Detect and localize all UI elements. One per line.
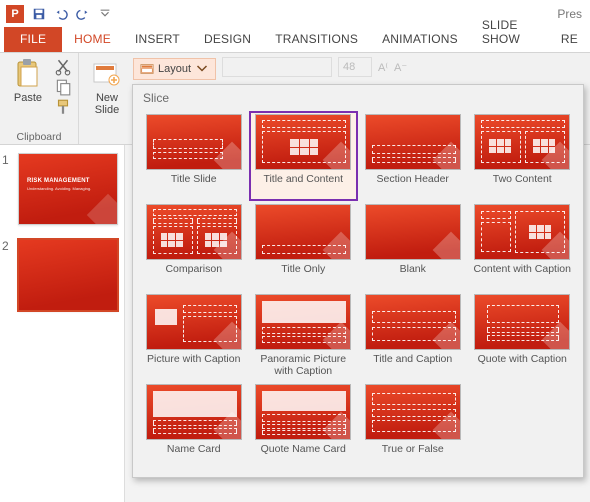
layout-option-label: Title Only <box>281 263 325 289</box>
qat-customize-icon[interactable] <box>94 3 116 25</box>
new-slide-icon <box>91 58 123 90</box>
layout-option-label: True or False <box>382 443 444 469</box>
slide-number: 2 <box>2 239 9 253</box>
tab-transitions[interactable]: TRANSITIONS <box>263 27 370 52</box>
layout-option-label: Content with Caption <box>474 263 571 289</box>
tab-home[interactable]: HOME <box>62 27 123 52</box>
layout-option[interactable]: Quote with Caption <box>468 291 578 381</box>
new-slide-button[interactable]: New Slide <box>85 56 129 116</box>
layout-option[interactable]: Comparison <box>139 201 249 291</box>
tab-file[interactable]: FILE <box>4 27 62 52</box>
layout-option[interactable]: Name Card <box>139 381 249 471</box>
layout-option-label: Quote with Caption <box>478 353 567 379</box>
layout-option-label: Title Slide <box>171 173 217 199</box>
layout-gallery-popup: Slice Title Slide Title and Content Sectio… <box>132 84 584 478</box>
layout-option[interactable]: Picture with Caption <box>139 291 249 381</box>
slide-thumb-2[interactable]: 2 <box>10 239 114 311</box>
layout-option-label: Title and Content <box>263 173 343 199</box>
clipboard-group-label: Clipboard <box>17 130 62 143</box>
layout-option-label: Name Card <box>167 443 221 469</box>
layout-icon <box>140 63 154 75</box>
slide-thumb-1[interactable]: 1 RISK MANAGEMENT Understanding. Avoidin… <box>10 153 114 225</box>
cut-icon[interactable] <box>54 58 72 76</box>
app-icon: P <box>6 5 24 23</box>
tab-slideshow[interactable]: SLIDE SHOW <box>470 13 549 52</box>
layout-option-label: Title and Caption <box>373 353 452 379</box>
clipboard-icon <box>12 58 44 90</box>
save-icon[interactable] <box>28 3 50 25</box>
layout-option[interactable]: True or False <box>358 381 468 471</box>
layout-option-label: Panoramic Picture with Caption <box>251 353 357 379</box>
layout-option-label: Section Header <box>377 173 449 199</box>
copy-icon[interactable] <box>54 78 72 96</box>
tab-animations[interactable]: ANIMATIONS <box>370 27 470 52</box>
slide-number: 1 <box>2 153 9 167</box>
layout-option[interactable]: Title and Content <box>249 111 359 201</box>
slide1-subtitle: Understanding. Avoiding. Managing. <box>19 184 117 191</box>
layout-button-label: Layout <box>158 63 191 75</box>
format-painter-icon[interactable] <box>54 98 72 116</box>
layout-gallery-header: Slice <box>133 85 583 109</box>
slide1-title: RISK MANAGEMENT <box>19 154 117 184</box>
layout-option-label: Picture with Caption <box>147 353 240 379</box>
layout-option[interactable]: Title and Caption <box>358 291 468 381</box>
layout-option[interactable]: Blank <box>358 201 468 291</box>
tab-insert[interactable]: INSERT <box>123 27 192 52</box>
layout-option-label: Quote Name Card <box>261 443 346 469</box>
group-clipboard: Paste Clipboard <box>0 53 79 144</box>
layout-option[interactable]: Content with Caption <box>468 201 578 291</box>
slide-thumbnail-pane[interactable]: 1 RISK MANAGEMENT Understanding. Avoidin… <box>0 145 125 502</box>
chevron-down-icon <box>195 63 209 75</box>
layout-option-label: Blank <box>400 263 426 289</box>
new-slide-label: New Slide <box>95 92 119 116</box>
layout-option[interactable]: Title Slide <box>139 111 249 201</box>
layout-option[interactable]: Quote Name Card <box>249 381 359 471</box>
layout-option[interactable]: Two Content <box>468 111 578 201</box>
layout-button[interactable]: Layout <box>133 58 216 80</box>
redo-icon[interactable] <box>72 3 94 25</box>
paste-label: Paste <box>14 92 42 104</box>
tab-design[interactable]: DESIGN <box>192 27 263 52</box>
layout-option[interactable]: Panoramic Picture with Caption <box>249 291 359 381</box>
paste-button[interactable]: Paste <box>6 56 50 130</box>
undo-icon[interactable] <box>50 3 72 25</box>
ribbon-tabs: FILE HOME INSERT DESIGN TRANSITIONS ANIM… <box>0 28 590 53</box>
tab-review[interactable]: RE <box>549 27 590 52</box>
layout-option-label: Two Content <box>493 173 552 199</box>
layout-option-label: Comparison <box>165 263 222 289</box>
layout-option[interactable]: Title Only <box>249 201 359 291</box>
layout-option[interactable]: Section Header <box>358 111 468 201</box>
